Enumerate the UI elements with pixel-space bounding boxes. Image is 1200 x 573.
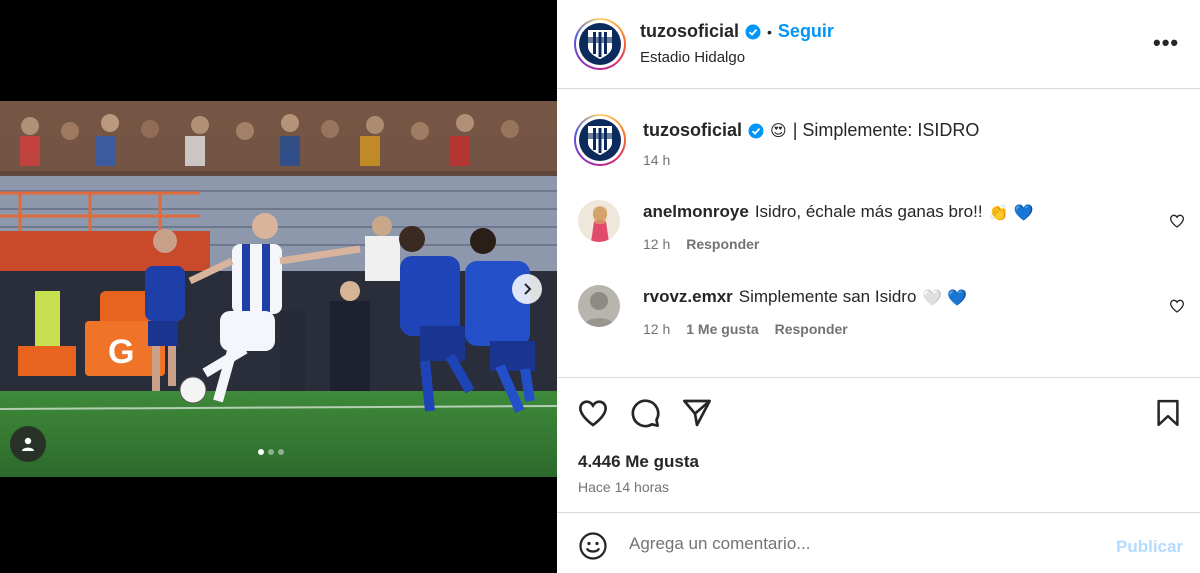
- comment-text: Simplemente san Isidro: [738, 287, 917, 306]
- comment-likes[interactable]: 1 Me gusta: [686, 321, 758, 337]
- comment-username[interactable]: anelmonroye: [643, 202, 749, 222]
- bookmark-icon[interactable]: [1153, 397, 1183, 429]
- media-pane: G: [0, 0, 557, 573]
- svg-text:G: G: [108, 333, 134, 371]
- club-crest-icon: [588, 126, 612, 155]
- post-actions: 4.446 Me gusta Hace 14 horas: [557, 377, 1200, 513]
- like-heart-icon[interactable]: [577, 397, 609, 429]
- comment-time[interactable]: 12 h: [643, 321, 670, 337]
- heart-icon[interactable]: [1169, 298, 1185, 314]
- comment-item: rvovz.emxr Simplemente san Isidro 🤍 💙 12…: [578, 285, 1188, 355]
- carousel-dot: [268, 449, 274, 455]
- share-send-icon[interactable]: [681, 397, 713, 429]
- comment-bubble-icon[interactable]: [629, 397, 661, 429]
- verified-badge-icon: [748, 123, 764, 138]
- follow-button[interactable]: Seguir: [778, 21, 834, 42]
- reply-button[interactable]: Responder: [686, 236, 759, 252]
- comment-username[interactable]: rvovz.emxr: [643, 287, 733, 307]
- reply-button[interactable]: Responder: [775, 321, 848, 337]
- more-options-button[interactable]: •••: [1153, 30, 1179, 56]
- post-side-panel: tuzosoficial • Seguir Estadio Hidalgo ••…: [557, 0, 1200, 573]
- post-username[interactable]: tuzosoficial: [640, 21, 739, 42]
- carousel-indicator: [258, 449, 284, 455]
- add-comment-bar: Publicar: [557, 513, 1200, 573]
- comment-emojis: 🤍 💙: [922, 287, 968, 307]
- user-icon: [22, 437, 34, 451]
- caption-time[interactable]: 14 h: [643, 152, 670, 168]
- carousel-dot: [278, 449, 284, 455]
- caption-text: | Simplemente: ISIDRO: [792, 120, 980, 140]
- post-header: tuzosoficial • Seguir Estadio Hidalgo ••…: [557, 0, 1200, 89]
- caption-emoji: 😍: [770, 121, 787, 140]
- avatar[interactable]: [574, 18, 626, 70]
- carousel-dot: [258, 449, 264, 455]
- comment-input[interactable]: [629, 529, 1099, 559]
- comment-emojis: 👏 💙: [988, 202, 1034, 222]
- emoji-smiley-icon[interactable]: [578, 531, 608, 561]
- verified-badge-icon: [745, 24, 761, 39]
- next-photo-button[interactable]: [512, 274, 542, 304]
- comment-item: anelmonroye Isidro, échale más ganas bro…: [578, 200, 1188, 270]
- club-crest-icon: [588, 30, 612, 59]
- avatar[interactable]: [578, 285, 620, 327]
- avatar[interactable]: [574, 114, 626, 166]
- tagged-people-button[interactable]: [10, 426, 46, 462]
- likes-count[interactable]: 4.446 Me gusta: [578, 452, 699, 472]
- posted-time: Hace 14 horas: [578, 479, 670, 495]
- avatar[interactable]: [578, 200, 620, 242]
- publish-button[interactable]: Publicar: [1116, 537, 1183, 557]
- comment-text: Isidro, échale más ganas bro!!: [754, 202, 983, 221]
- chevron-right-icon: [524, 283, 532, 295]
- comment-time[interactable]: 12 h: [643, 236, 670, 252]
- heart-icon[interactable]: [1169, 213, 1185, 229]
- comments-section[interactable]: tuzosoficial 😍 | Simplemente: ISIDRO 14 …: [557, 90, 1200, 377]
- post-photo[interactable]: G: [0, 101, 557, 477]
- separator-dot: •: [767, 23, 772, 40]
- caption-username[interactable]: tuzosoficial: [643, 120, 742, 141]
- post-location[interactable]: Estadio Hidalgo: [640, 49, 745, 66]
